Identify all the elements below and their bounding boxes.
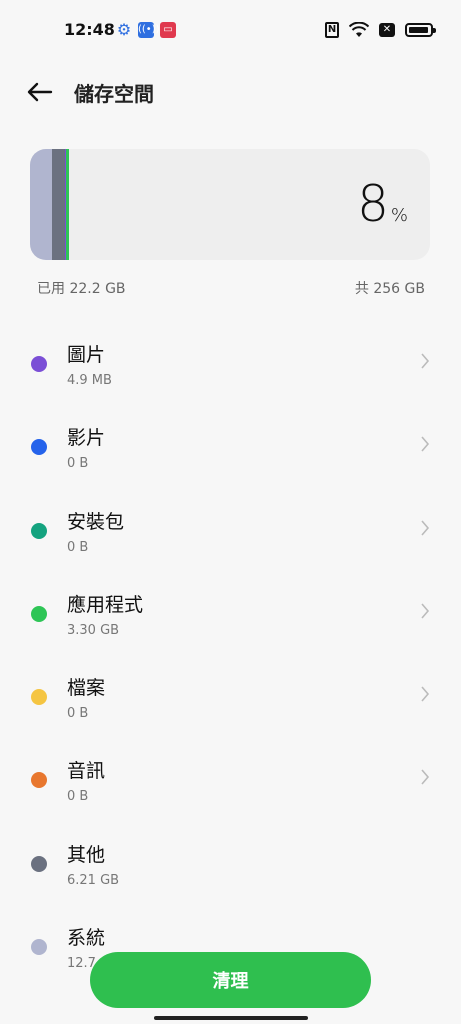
- usage-percent: 8%: [357, 175, 408, 233]
- category-dot: [31, 689, 47, 706]
- chevron-right-icon: [421, 520, 430, 536]
- wifi-icon: [349, 22, 369, 37]
- gear-icon: ⚙: [116, 20, 132, 39]
- category-row-images[interactable]: 圖片 4.9 MB: [0, 320, 461, 403]
- status-right-icons: N ✕: [325, 20, 436, 40]
- category-row-apps[interactable]: 應用程式 3.30 GB: [0, 570, 461, 653]
- category-name: 其他: [67, 843, 106, 866]
- page-title: 儲存空間: [74, 82, 154, 106]
- category-name: 安裝包: [67, 510, 125, 533]
- category-row-other: 其他 6.21 GB: [0, 820, 461, 903]
- category-size: 0 B: [67, 539, 89, 555]
- category-size: 6.21 GB: [67, 872, 120, 888]
- usage-segment-other: [52, 149, 65, 260]
- header: 儲存空間: [0, 72, 461, 112]
- category-dot: [31, 356, 47, 372]
- storage-usage-bar: 8%: [30, 149, 430, 260]
- chevron-right-icon: [421, 353, 430, 369]
- category-row-videos[interactable]: 影片 0 B: [0, 403, 461, 486]
- usage-segment-apps: [66, 149, 69, 260]
- category-list: 圖片 4.9 MB 影片 0 B 安裝包 0 B 應用程式 3.30 GB 檔案…: [0, 320, 461, 986]
- status-time: 12:48: [64, 20, 115, 39]
- total-label: 共 256 GB: [354, 281, 425, 297]
- category-size: 4.9 MB: [67, 373, 112, 388]
- chevron-right-icon: [421, 436, 430, 452]
- category-dot: [31, 772, 47, 789]
- category-dot: [31, 605, 47, 622]
- category-size: 0 B: [67, 706, 89, 722]
- usage-percent-value: 8: [357, 175, 389, 233]
- category-name: 應用程式: [67, 593, 144, 616]
- category-row-packages[interactable]: 安裝包 0 B: [0, 487, 461, 570]
- category-row-files[interactable]: 檔案 0 B: [0, 653, 461, 736]
- category-size: 3.30 GB: [67, 622, 120, 638]
- battery-icon: [405, 23, 436, 37]
- category-row-audio[interactable]: 音訊 0 B: [0, 736, 461, 819]
- category-name: 影片: [67, 427, 106, 450]
- category-name: 音訊: [67, 760, 106, 783]
- category-dot: [31, 939, 47, 956]
- used-label: 已用 22.2 GB: [37, 281, 126, 297]
- chevron-right-icon: [421, 769, 430, 786]
- cast-icon: ((•)): [138, 22, 160, 38]
- home-indicator[interactable]: [154, 1016, 308, 1020]
- category-name: 檔案: [67, 677, 106, 700]
- chevron-right-icon: [421, 686, 430, 702]
- category-dot: [31, 522, 47, 539]
- back-button[interactable]: [22, 74, 58, 110]
- xbox-icon: ✕: [379, 23, 395, 37]
- category-name: 圖片: [67, 344, 106, 366]
- status-bar: 12:48 ⚙ ((•)) ▭ N ✕: [0, 0, 461, 60]
- chevron-right-icon: [421, 603, 430, 619]
- screen-record-icon: ▭: [160, 22, 176, 38]
- arrow-left-icon: [27, 82, 53, 102]
- usage-percent-sign: %: [390, 205, 408, 226]
- category-name: 系統: [67, 927, 106, 950]
- clean-button[interactable]: 清理: [90, 952, 371, 1008]
- usage-segment-system: [30, 149, 52, 260]
- category-dot: [31, 439, 47, 456]
- category-size: 0 B: [67, 789, 89, 805]
- category-dot: [31, 855, 47, 872]
- nfc-icon: N: [325, 22, 339, 38]
- category-size: 0 B: [67, 456, 89, 472]
